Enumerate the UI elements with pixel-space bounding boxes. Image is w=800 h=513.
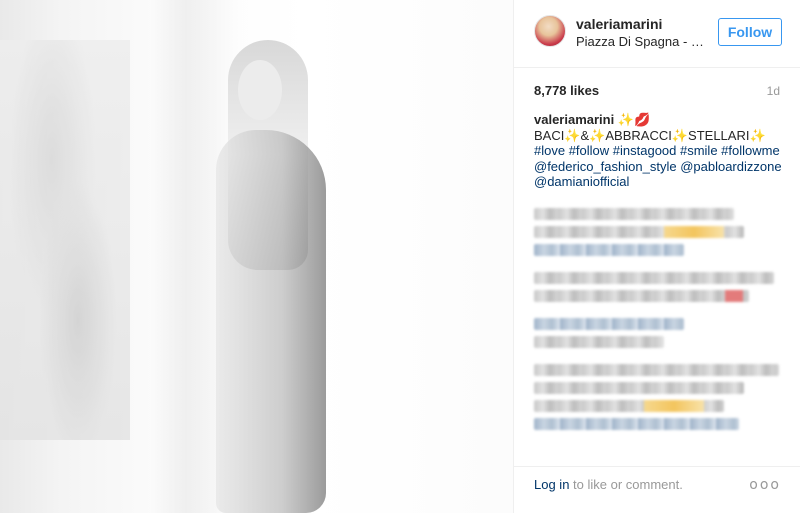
instagram-post: valeriamarini Piazza Di Spagna - R... Fo…	[0, 0, 800, 513]
caption-username[interactable]: valeriamarini	[534, 112, 614, 127]
blurred-comment-line	[534, 244, 684, 256]
header-location[interactable]: Piazza Di Spagna - R...	[576, 34, 706, 49]
caption-mention-federico[interactable]: @federico_fashion_style	[534, 159, 677, 174]
blurred-comment-line	[534, 400, 724, 412]
caption: valeriamarini ✨💋 BACI✨&✨ABBRACCI✨STELLAR…	[534, 112, 784, 190]
blurred-comments	[534, 208, 784, 436]
follow-button[interactable]: Follow	[718, 18, 782, 46]
blurred-comment-line	[534, 226, 744, 238]
avatar[interactable]	[534, 15, 566, 47]
blurred-comment-line	[534, 364, 779, 376]
photo-figure-body	[216, 130, 326, 513]
post-side-panel: valeriamarini Piazza Di Spagna - R... Fo…	[513, 0, 800, 513]
blurred-comment-line	[534, 290, 749, 302]
blurred-comment-line	[534, 336, 664, 348]
post-header: valeriamarini Piazza Di Spagna - R... Fo…	[514, 0, 800, 68]
login-prompt: Log in to like or comment.	[534, 477, 683, 492]
likes-count[interactable]: 8,778 likes	[534, 83, 599, 98]
photo-window-backdrop	[0, 40, 130, 440]
blurred-comment-line	[534, 418, 739, 430]
photo-figure-face	[238, 60, 282, 120]
caption-hashtags[interactable]: #love #follow #instagood #smile #followm…	[534, 143, 784, 159]
blurred-comment-line	[534, 208, 734, 220]
ellipsis-icon[interactable]: ooo	[749, 477, 781, 493]
post-time[interactable]: 1d	[767, 84, 780, 98]
caption-text: BACI✨&✨ABBRACCI✨STELLARI✨	[534, 127, 766, 143]
post-photo[interactable]	[0, 0, 513, 513]
post-footer: Log in to like or comment. ooo	[514, 466, 800, 513]
blurred-comment-line	[534, 272, 774, 284]
login-link[interactable]: Log in	[534, 477, 569, 492]
blurred-comment-line	[534, 382, 744, 394]
blurred-comment-line	[534, 318, 684, 330]
login-prompt-text: to like or comment.	[569, 477, 683, 492]
header-username[interactable]: valeriamarini	[576, 16, 662, 32]
caption-mention-damiani[interactable]: @damianiofficial	[534, 174, 784, 190]
caption-mention-pablo[interactable]: @pabloardizzone	[680, 159, 781, 174]
caption-emoji: ✨💋	[617, 112, 651, 127]
